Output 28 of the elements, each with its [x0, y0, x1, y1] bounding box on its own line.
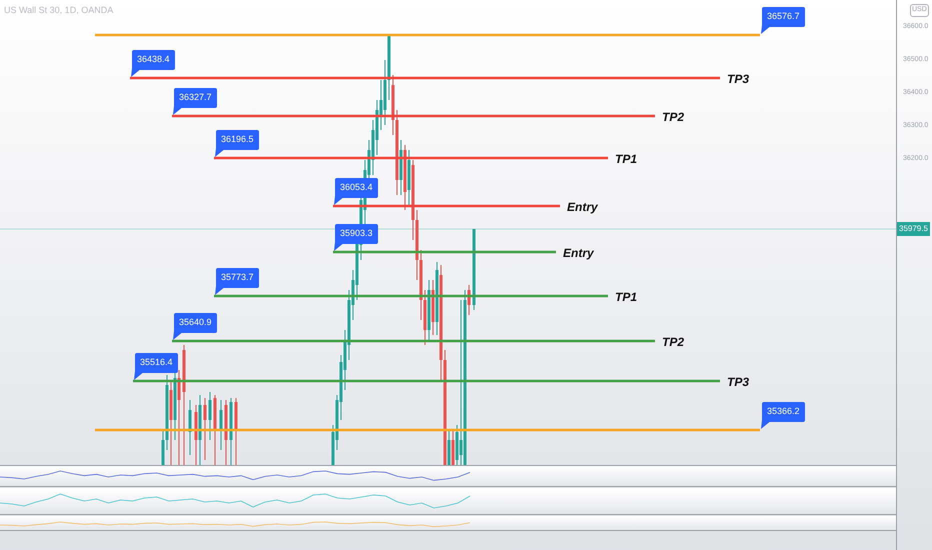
callout-pointer-icon: [333, 242, 345, 252]
level-label: TP3: [727, 374, 750, 391]
candle: [224, 400, 228, 465]
level-label: TP3: [727, 71, 750, 88]
current-price-label: 35979.5: [897, 222, 930, 236]
callout-pointer-icon: [214, 148, 226, 158]
level-label: TP1: [615, 289, 638, 306]
candle: [188, 400, 192, 456]
candle: [230, 398, 232, 465]
candle: [234, 398, 238, 465]
level-label: TP2: [662, 109, 684, 126]
candle: [214, 394, 216, 465]
callout-pointer-icon: [760, 420, 772, 430]
callout-pointer-icon: [130, 68, 142, 78]
level-label: TP1: [615, 151, 638, 168]
candle: [220, 400, 222, 450]
callout-pointer-icon: [172, 331, 184, 341]
callout-pointer-icon: [760, 25, 772, 35]
callout-pointer-icon: [172, 106, 184, 116]
level-label: TP2: [662, 334, 684, 351]
candle: [204, 398, 206, 460]
callout-pointer-icon: [333, 196, 345, 206]
candle: [208, 392, 212, 440]
symbol-title: US Wall St 30, 1D, OANDA: [4, 4, 114, 17]
level-label: Entry: [567, 199, 598, 216]
level-label: Entry: [563, 245, 594, 262]
callout-pointer-icon: [133, 371, 145, 381]
callout-pointer-icon: [214, 286, 226, 296]
